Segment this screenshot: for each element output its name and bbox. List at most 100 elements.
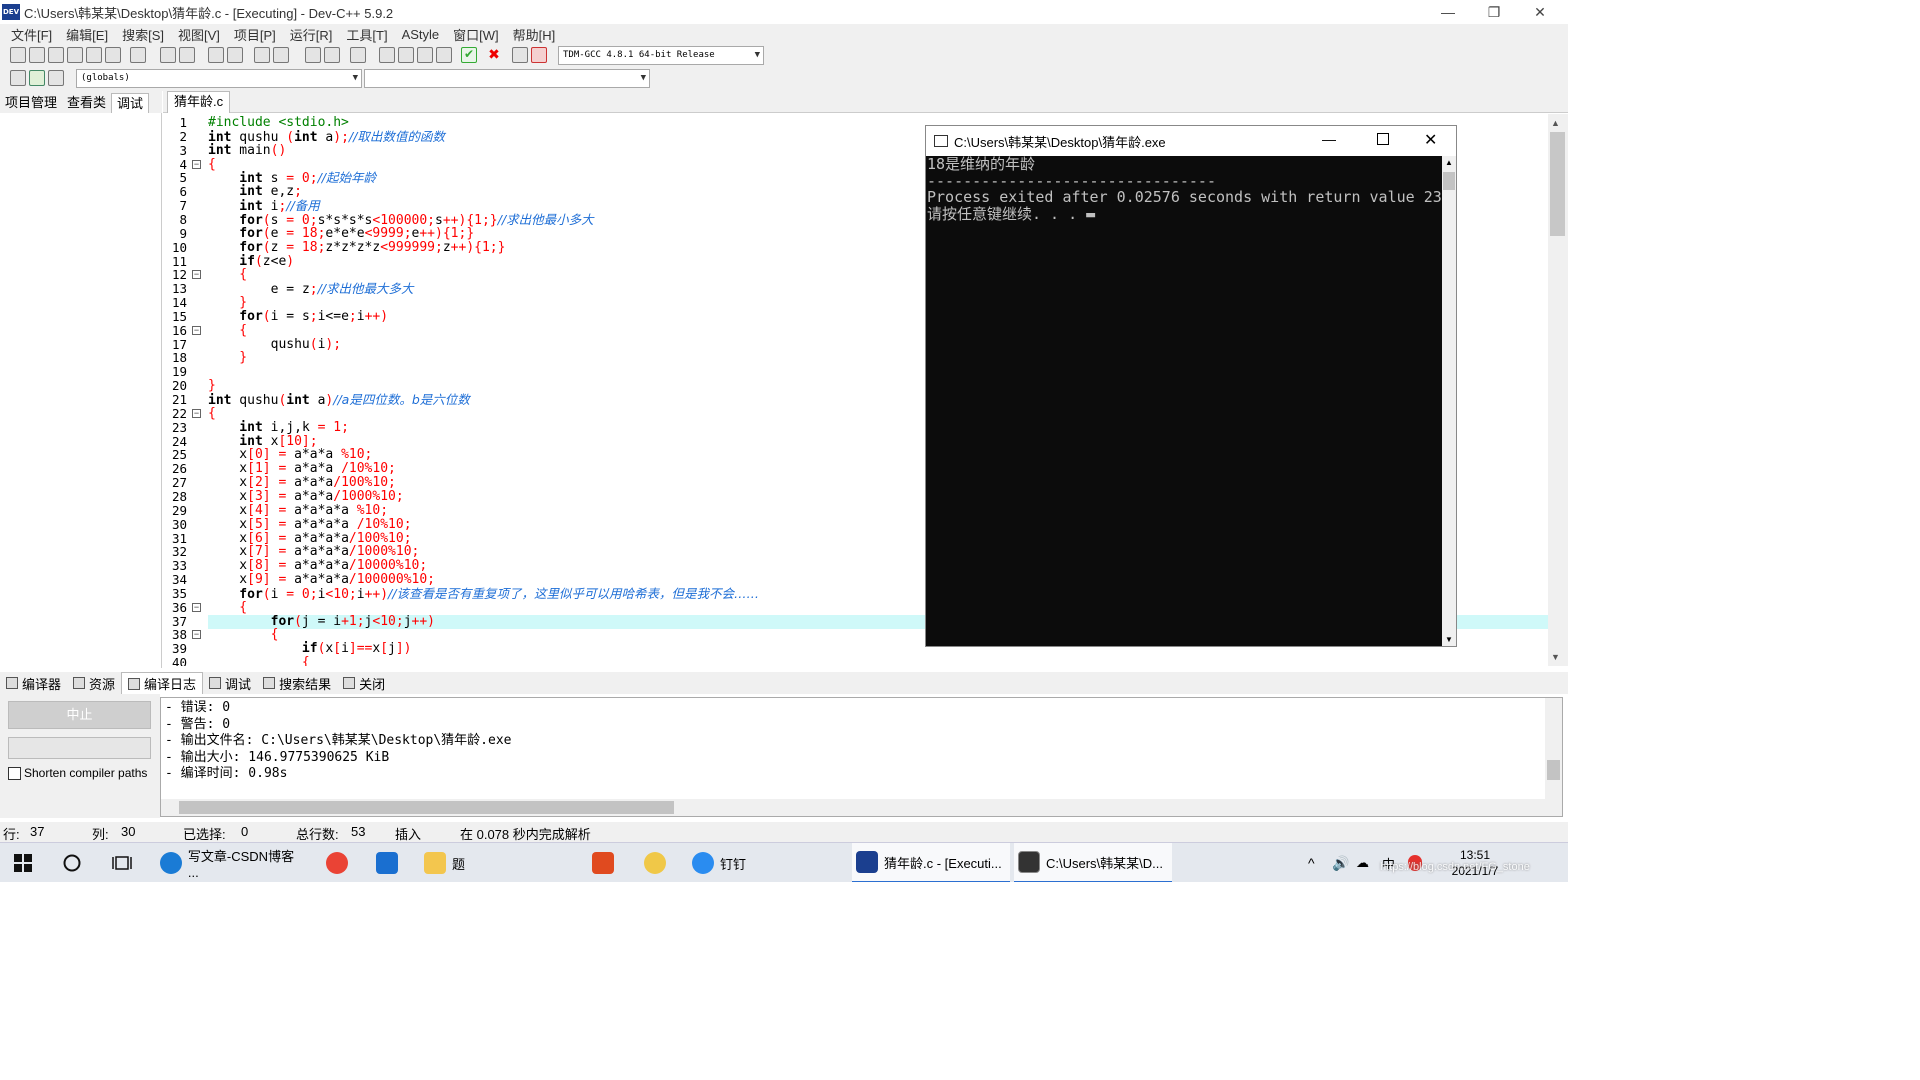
task-console[interactable]: C:\Users\韩某某\D... xyxy=(1014,843,1172,882)
editor-scrollbar-thumb[interactable] xyxy=(1550,132,1565,236)
console-scrollbar[interactable]: ▲ ▼ xyxy=(1442,156,1456,646)
check-syntax-icon[interactable]: ✔ xyxy=(461,47,477,63)
tab-classes[interactable]: 查看类 xyxy=(62,93,111,113)
compile-run-icon[interactable] xyxy=(417,47,433,63)
console-window[interactable]: C:\Users\韩某某\Desktop\猜年龄.exe — ✕ 18是维纳的年… xyxy=(925,125,1457,647)
menu-help[interactable]: 帮助[H] xyxy=(506,25,563,44)
search-icon[interactable] xyxy=(62,843,86,882)
tab-compiler[interactable]: 编译器 xyxy=(0,672,67,694)
editor-scrollbar[interactable]: ▲ ▼ xyxy=(1548,114,1568,666)
run-icon[interactable] xyxy=(398,47,414,63)
code-line[interactable]: } xyxy=(208,379,216,393)
compiler-select[interactable]: TDM-GCC 4.8.1 64-bit Release ▼ xyxy=(558,46,764,65)
goto-icon[interactable] xyxy=(254,47,270,63)
task-devcpp[interactable]: 猜年龄.c - [Executi... xyxy=(852,843,1010,882)
fold-toggle-icon[interactable]: − xyxy=(192,270,201,280)
replace-icon[interactable] xyxy=(227,47,243,63)
code-line[interactable]: { xyxy=(208,157,216,172)
code-line[interactable]: { xyxy=(208,656,310,666)
tab-search-results[interactable]: 搜索结果 xyxy=(257,672,337,694)
editor-file-tab[interactable]: 猜年龄.c xyxy=(167,91,231,113)
menu-astyle[interactable]: AStyle xyxy=(395,27,447,42)
tab-compile-log[interactable]: 编译日志 xyxy=(121,672,204,694)
fold-toggle-icon[interactable]: − xyxy=(192,159,201,169)
code-line[interactable]: { xyxy=(208,268,247,282)
unindent-icon[interactable] xyxy=(324,47,340,63)
maximize-button[interactable]: ❐ xyxy=(1471,0,1517,24)
rebuild-icon[interactable] xyxy=(436,47,452,63)
bookmark-icon[interactable] xyxy=(273,47,289,63)
log-hscrollbar[interactable] xyxy=(161,799,1546,816)
console-minimize-button[interactable]: — xyxy=(1322,131,1336,147)
scroll-down-icon[interactable]: ▼ xyxy=(1445,635,1453,644)
debug-icon[interactable] xyxy=(531,47,547,63)
tab-debug[interactable]: 调试 xyxy=(111,93,150,113)
menu-view[interactable]: 视图[V] xyxy=(171,25,227,44)
stop-execution-icon[interactable]: ✖ xyxy=(486,47,502,63)
close-button[interactable]: ✕ xyxy=(1517,0,1563,24)
scope-select[interactable]: (globals) ▼ xyxy=(76,69,362,88)
task-view-icon[interactable] xyxy=(112,843,134,882)
print-icon[interactable] xyxy=(130,47,146,63)
minimize-button[interactable]: — xyxy=(1425,0,1471,24)
log-vscrollbar-thumb[interactable] xyxy=(1547,760,1560,780)
class-browser-icon[interactable] xyxy=(48,70,64,86)
windows-start-icon[interactable] xyxy=(14,843,40,882)
log-vscrollbar[interactable] xyxy=(1545,698,1562,816)
tab-resources[interactable]: 资源 xyxy=(67,672,121,694)
indent-icon[interactable] xyxy=(305,47,321,63)
stop-button[interactable]: 中止 xyxy=(8,701,151,729)
console-scrollbar-thumb[interactable] xyxy=(1443,172,1455,190)
function-select[interactable]: ▼ xyxy=(364,69,650,88)
shorten-paths-checkbox[interactable] xyxy=(8,767,21,780)
undo-icon[interactable] xyxy=(160,47,176,63)
tab-project[interactable]: 项目管理 xyxy=(0,93,62,113)
code-line[interactable]: int main() xyxy=(208,143,286,158)
code-line[interactable]: #include <stdio.h> xyxy=(208,116,349,130)
code-line[interactable]: for(i = 0;i<10;i++)//该查看是否有重复项了，这里似乎可以用哈… xyxy=(208,586,759,601)
fold-toggle-icon[interactable]: − xyxy=(192,408,201,418)
close-file-icon[interactable] xyxy=(86,47,102,63)
task-mail[interactable] xyxy=(376,843,406,882)
task-dingtalk[interactable]: 钉钉 xyxy=(692,843,752,882)
scroll-up-icon[interactable]: ▲ xyxy=(1551,118,1560,128)
compile-icon[interactable] xyxy=(379,47,395,63)
tray-chevron-up-icon[interactable]: ^ xyxy=(1308,843,1328,882)
chart-icon[interactable] xyxy=(512,47,528,63)
redo-icon[interactable] xyxy=(179,47,195,63)
toggle-comment-icon[interactable] xyxy=(350,47,366,63)
open-file-icon[interactable] xyxy=(29,47,45,63)
task-folder[interactable]: 题 xyxy=(424,843,480,882)
menu-file[interactable]: 文件[F] xyxy=(4,25,59,44)
save-icon[interactable] xyxy=(48,47,64,63)
menu-run[interactable]: 运行[R] xyxy=(283,25,340,44)
compile-log[interactable]: - 错误: 0 - 警告: 0 - 输出文件名: C:\Users\韩某某\De… xyxy=(160,697,1563,817)
log-hscrollbar-thumb[interactable] xyxy=(179,801,674,814)
close-all-icon[interactable] xyxy=(105,47,121,63)
fold-toggle-icon[interactable]: − xyxy=(192,630,201,640)
fold-toggle-icon[interactable]: − xyxy=(192,602,201,612)
console-close-button[interactable]: ✕ xyxy=(1424,130,1437,150)
code-line[interactable]: int qushu(int a)//a是四位数。b是六位数 xyxy=(208,393,470,408)
volume-icon[interactable]: 🔊 xyxy=(1332,843,1352,882)
task-office[interactable] xyxy=(592,843,622,882)
cloud-icon[interactable]: ☁ xyxy=(1356,843,1376,882)
scroll-up-icon[interactable]: ▲ xyxy=(1445,158,1453,167)
task-app[interactable] xyxy=(644,843,674,882)
console-output[interactable]: 18是维纳的年龄 --------------------------------… xyxy=(926,156,1442,646)
insert-icon[interactable] xyxy=(10,70,26,86)
menu-edit[interactable]: 编辑[E] xyxy=(59,25,115,44)
menu-project[interactable]: 项目[P] xyxy=(227,25,283,44)
menu-window[interactable]: 窗口[W] xyxy=(446,25,506,44)
scroll-down-icon[interactable]: ▼ xyxy=(1551,652,1560,662)
new-file-icon[interactable] xyxy=(10,47,26,63)
code-line[interactable]: } xyxy=(208,351,247,365)
task-edge-csdn[interactable]: 写文章-CSDN博客 ... xyxy=(156,843,308,882)
tab-close[interactable]: 关闭 xyxy=(337,672,391,694)
goto-line-icon[interactable] xyxy=(29,70,45,86)
menu-tools[interactable]: 工具[T] xyxy=(339,25,394,44)
task-chrome[interactable] xyxy=(326,843,356,882)
console-maximize-button[interactable] xyxy=(1377,133,1389,145)
fold-toggle-icon[interactable]: − xyxy=(192,325,201,335)
save-all-icon[interactable] xyxy=(67,47,83,63)
